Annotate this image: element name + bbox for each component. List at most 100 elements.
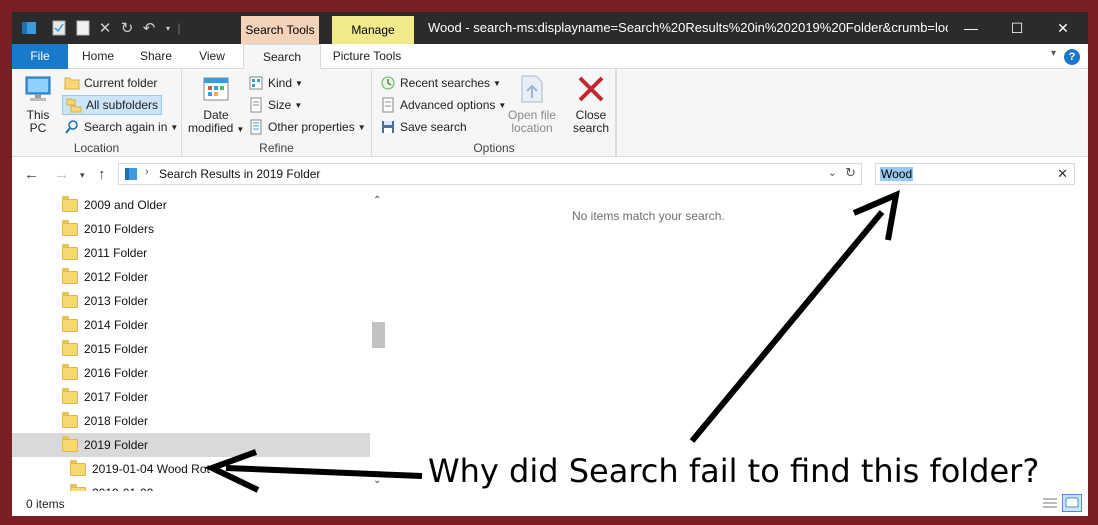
toolbar-divider: | bbox=[177, 21, 181, 35]
recent-locations-chevron-icon[interactable]: ▾ bbox=[80, 170, 85, 181]
title-bar: ✕ ↻ ↶ ▾ | Search Tools Manage Wood - sea… bbox=[12, 12, 1088, 44]
open-file-location-icon bbox=[516, 73, 548, 105]
tree-item-label: 2019-01-09 bbox=[92, 486, 153, 491]
minimize-button[interactable]: — bbox=[948, 12, 994, 44]
chevron-down-icon: ▼ bbox=[493, 78, 501, 88]
folder-icon bbox=[62, 339, 78, 356]
save-icon bbox=[380, 119, 396, 135]
search-again-in-button[interactable]: Search again in ▼ bbox=[64, 117, 178, 137]
close-group: Close search bbox=[564, 69, 616, 157]
this-pc-icon bbox=[22, 73, 54, 105]
tab-picture-tools[interactable]: Picture Tools bbox=[322, 44, 412, 69]
tab-share[interactable]: Share bbox=[128, 44, 184, 69]
tree-item[interactable]: 2015 Folder bbox=[12, 337, 370, 361]
search-icon bbox=[64, 119, 80, 135]
tab-file[interactable]: File bbox=[12, 44, 68, 69]
advanced-options-button[interactable]: Advanced options ▼ bbox=[380, 95, 506, 115]
current-folder-label: Current folder bbox=[84, 76, 158, 90]
tree-item[interactable]: 2010 Folders bbox=[12, 217, 370, 241]
redo-icon[interactable]: ↻ bbox=[118, 19, 136, 37]
tree-item[interactable]: 2019-01-04 Wood Rot bbox=[12, 457, 370, 481]
tab-view[interactable]: View bbox=[186, 44, 238, 69]
tree-item[interactable]: 2019-01-09 bbox=[12, 481, 370, 491]
breadcrumb[interactable]: Search Results in 2019 Folder bbox=[159, 167, 320, 181]
search-input[interactable]: Wood ✕ bbox=[875, 163, 1075, 185]
undo-icon[interactable]: ↶ bbox=[140, 19, 158, 37]
clear-search-icon[interactable]: ✕ bbox=[1057, 166, 1068, 182]
chevron-down-icon: ▼ bbox=[294, 100, 303, 110]
folder-icon bbox=[62, 387, 78, 404]
chevron-down-icon: ▼ bbox=[236, 125, 245, 134]
tree-item[interactable]: 2014 Folder bbox=[12, 313, 370, 337]
location-group-label: Location bbox=[73, 141, 120, 155]
tab-home[interactable]: Home bbox=[70, 44, 126, 69]
kind-label: Kind bbox=[268, 76, 293, 90]
search-results-icon bbox=[123, 166, 139, 185]
item-count: 0 items bbox=[26, 497, 65, 511]
refine-group-label: Refine bbox=[259, 141, 294, 155]
open-file-location-label-2: location bbox=[511, 121, 553, 135]
window-title: Wood - search-ms:displayname=Search%20Re… bbox=[428, 20, 948, 35]
search-again-in-label: Search again in bbox=[84, 120, 168, 134]
tree-item[interactable]: 2013 Folder bbox=[12, 289, 370, 313]
folder-icon bbox=[62, 363, 78, 380]
tree-item-selected[interactable]: 2019 Folder bbox=[12, 433, 370, 457]
address-bar[interactable]: › Search Results in 2019 Folder ⌄ ↻ bbox=[118, 163, 862, 185]
file-explorer-window: ✕ ↻ ↶ ▾ | Search Tools Manage Wood - sea… bbox=[12, 12, 1088, 516]
tree-item[interactable]: 2018 Folder bbox=[12, 409, 370, 433]
kind-button[interactable]: Kind ▼ bbox=[248, 73, 303, 93]
all-subfolders-button[interactable]: All subfolders bbox=[62, 95, 163, 115]
save-search-button[interactable]: Save search bbox=[380, 117, 467, 137]
close-search-label-2: search bbox=[572, 121, 610, 135]
open-file-location-button[interactable]: Open file location bbox=[502, 73, 562, 135]
size-button[interactable]: Size ▼ bbox=[248, 95, 302, 115]
forward-arrow-icon[interactable]: → bbox=[54, 166, 69, 183]
size-label: Size bbox=[268, 98, 292, 112]
recent-searches-button[interactable]: Recent searches ▼ bbox=[380, 73, 501, 93]
help-button[interactable]: ? bbox=[1064, 49, 1080, 65]
scroll-up-icon[interactable]: ⌃ bbox=[373, 195, 381, 206]
maximize-button[interactable]: ☐ bbox=[994, 12, 1040, 44]
close-icon: ✕ bbox=[1057, 19, 1069, 36]
folder-icon bbox=[62, 411, 78, 428]
scroll-down-icon[interactable]: ⌄ bbox=[373, 475, 381, 486]
address-dropdown-chevron-icon[interactable]: ⌄ bbox=[828, 166, 837, 179]
tree-item[interactable]: 2017 Folder bbox=[12, 385, 370, 409]
back-arrow-icon[interactable]: ← bbox=[24, 166, 39, 183]
tree-item[interactable]: 2009 and Older bbox=[12, 193, 370, 217]
explorer-app-icon[interactable] bbox=[20, 19, 38, 37]
date-modified-label-2: modified bbox=[188, 121, 234, 135]
tab-search[interactable]: Search bbox=[243, 44, 321, 70]
current-folder-button[interactable]: Current folder bbox=[64, 73, 157, 93]
up-arrow-icon[interactable]: ↑ bbox=[98, 166, 106, 183]
scrollbar-thumb[interactable] bbox=[372, 322, 385, 348]
tree-item-label: 2013 Folder bbox=[84, 294, 149, 308]
tree-item[interactable]: 2016 Folder bbox=[12, 361, 370, 385]
tree-item-label: 2011 Folder bbox=[84, 246, 148, 260]
tree-item-label: 2019-01-04 Wood Rot bbox=[92, 462, 210, 476]
date-modified-button[interactable]: Date modified ▼ bbox=[188, 73, 244, 136]
this-pc-button[interactable]: This PC bbox=[18, 73, 58, 135]
delete-icon[interactable]: ✕ bbox=[96, 19, 114, 37]
tree-item-label: 2016 Folder bbox=[84, 366, 149, 380]
collapse-ribbon-chevron-icon[interactable]: ▾ bbox=[1051, 48, 1056, 59]
tree-item[interactable]: 2012 Folder bbox=[12, 265, 370, 289]
details-view-icon[interactable] bbox=[1042, 496, 1058, 513]
search-input-value: Wood bbox=[880, 167, 914, 181]
other-properties-button[interactable]: Other properties ▼ bbox=[248, 117, 366, 137]
breadcrumb-chevron-icon[interactable]: › bbox=[145, 166, 149, 178]
close-window-button[interactable]: ✕ bbox=[1040, 12, 1086, 44]
customize-toolbar-chevron-icon[interactable]: ▾ bbox=[162, 19, 174, 37]
close-search-button[interactable]: Close search bbox=[568, 73, 614, 135]
manage-context-label: Manage bbox=[332, 16, 414, 44]
recent-searches-icon bbox=[380, 75, 396, 91]
nav-pane-scrollbar[interactable]: ⌃ ⌄ bbox=[370, 193, 387, 491]
tree-item[interactable]: 2011 Folder bbox=[12, 241, 370, 265]
folder-icon bbox=[62, 291, 78, 308]
chevron-down-icon: ▼ bbox=[357, 122, 366, 132]
large-icons-view-icon[interactable] bbox=[1062, 494, 1082, 512]
refresh-icon[interactable]: ↻ bbox=[845, 165, 856, 181]
new-folder-icon[interactable] bbox=[74, 19, 92, 37]
properties-icon[interactable] bbox=[50, 19, 68, 37]
date-modified-label-row: modified ▼ bbox=[188, 122, 244, 136]
